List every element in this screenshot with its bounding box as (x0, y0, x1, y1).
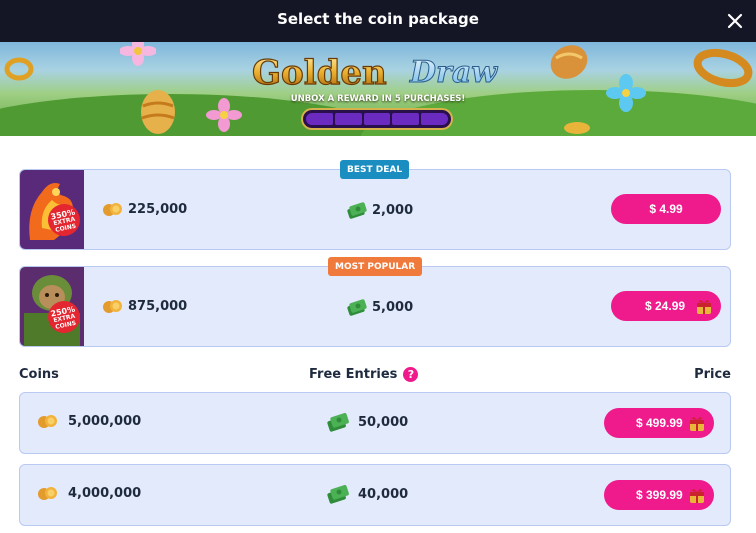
buy-button[interactable]: $ 24.99 (611, 291, 721, 321)
cash-stack-icon (327, 484, 349, 504)
gift-icon (690, 489, 704, 503)
package-coins: 4,000,000 (36, 485, 141, 501)
buy-button[interactable]: $ 399.99 (604, 480, 714, 510)
cash-stack-icon (347, 202, 367, 219)
modal-header: Select the coin package (0, 0, 756, 42)
package-free-entries: 2,000 (346, 201, 413, 219)
flower-icon (120, 42, 156, 66)
best-deal-badge: BEST DEAL (340, 160, 410, 179)
golden-draw-logo: Golden Draw (251, 52, 498, 93)
reward-progress-bar (301, 108, 453, 130)
golden-draw-banner: Golden Draw UNBOX A REWARD IN 5 PURCHASE… (0, 42, 756, 136)
gold-ring-icon (4, 57, 34, 81)
package-free-entries: 5,000 (346, 298, 413, 316)
lion-statue-thumbnail: 250% EXTRA COINS (20, 267, 84, 346)
flower-icon (606, 74, 646, 112)
entries-amount: 5,000 (372, 299, 414, 315)
banner-tagline: UNBOX A REWARD IN 5 PURCHASES! (290, 94, 466, 104)
package-row[interactable]: 5,000,000 50,000 $ 499.99 (19, 392, 731, 454)
gift-icon (697, 300, 711, 314)
package-coins: 875,000 (102, 298, 187, 314)
phoenix-thumbnail: 350% EXTRA COINS (20, 170, 84, 249)
coins-amount: 225,000 (128, 201, 188, 217)
coins-column-header: Coins (19, 367, 59, 382)
package-free-entries: 40,000 (326, 484, 408, 504)
entries-amount: 50,000 (358, 414, 409, 430)
progress-segment (421, 113, 448, 125)
progress-segment (334, 113, 362, 125)
cash-stack-icon (327, 412, 349, 432)
svg-text:Draw: Draw (409, 55, 498, 90)
package-table-header: Coins Free Entries ? Price (19, 365, 731, 385)
most-popular-badge: MOST POPULAR (328, 257, 423, 276)
entries-amount: 40,000 (358, 486, 409, 502)
gold-egg-icon (550, 45, 588, 79)
package-row[interactable]: 4,000,000 40,000 $ 399.99 (19, 464, 731, 526)
package-free-entries: 50,000 (326, 412, 408, 432)
price-column-header: Price (694, 367, 731, 382)
coins-amount: 5,000,000 (68, 413, 142, 429)
progress-segment (363, 113, 391, 125)
coin-stack-icon (103, 203, 122, 216)
coin-stack-icon (38, 487, 57, 500)
entries-amount: 2,000 (372, 202, 414, 218)
gold-coin-icon (564, 122, 590, 134)
gift-icon (690, 417, 704, 431)
free-entries-column-header: Free Entries ? (309, 367, 419, 382)
package-card-most-popular[interactable]: MOST POPULAR 250% EXTRA COINS 875,000 5,0… (19, 257, 731, 347)
package-card-best-deal[interactable]: BEST DEAL 350% EXTRA COINS 225,000 2,000 … (19, 160, 731, 250)
package-coins: 225,000 (102, 201, 187, 217)
gold-ring-icon (693, 48, 753, 88)
modal-title: Select the coin package (277, 10, 479, 28)
help-icon[interactable]: ? (403, 367, 419, 382)
coins-amount: 4,000,000 (68, 485, 142, 501)
buy-button[interactable]: $ 499.99 (604, 408, 714, 438)
coins-amount: 875,000 (128, 298, 188, 314)
coin-stack-icon (103, 300, 122, 313)
close-icon[interactable] (722, 8, 748, 34)
svg-text:Golden: Golden (252, 53, 387, 93)
package-coins: 5,000,000 (36, 413, 141, 429)
coin-stack-icon (38, 415, 57, 428)
cash-stack-icon (347, 299, 367, 316)
progress-segment (392, 113, 420, 125)
buy-button[interactable]: $ 4.99 (611, 194, 721, 224)
progress-segment (306, 113, 333, 125)
